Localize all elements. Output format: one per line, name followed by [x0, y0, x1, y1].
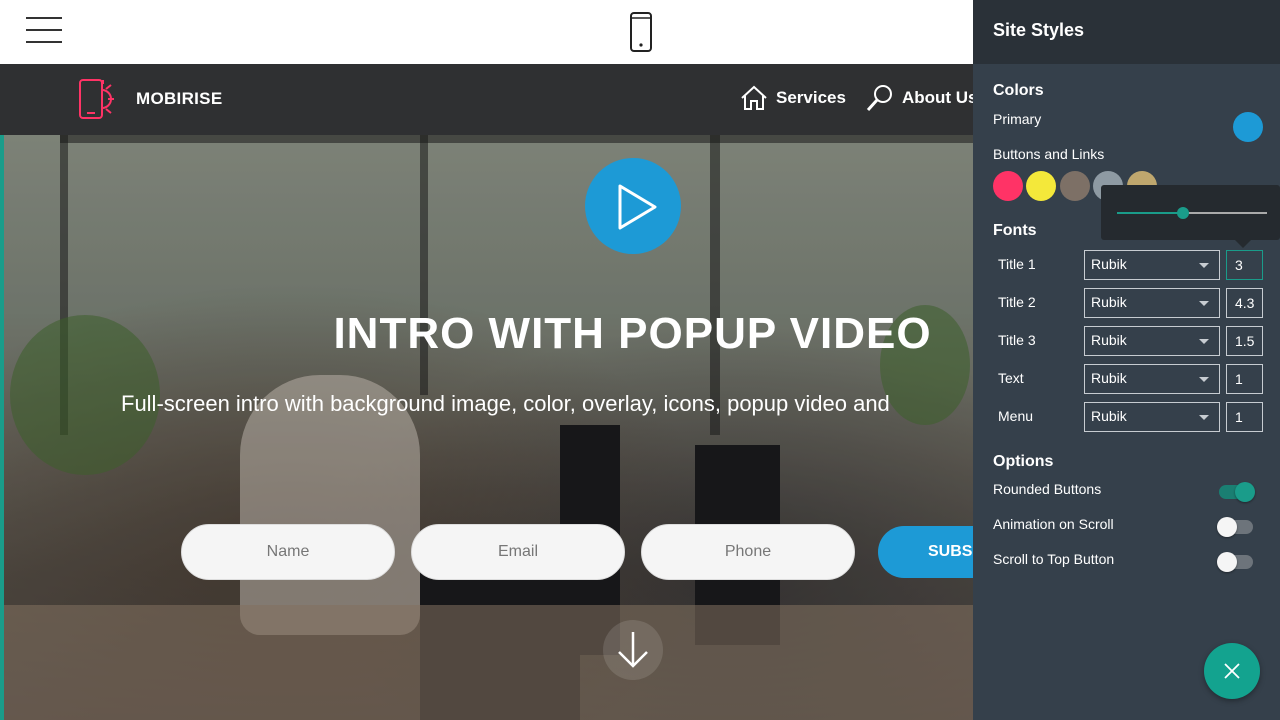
close-panel-button[interactable]: [1204, 643, 1260, 699]
mobile-phone-icon[interactable]: [628, 12, 654, 52]
font-label-title-2: Title 2: [998, 294, 1036, 310]
font-label-title-1: Title 1: [998, 256, 1036, 272]
hero-subtitle: Full-screen intro with background image,…: [121, 391, 890, 416]
font-size-input-title-2[interactable]: 4.3: [1226, 288, 1263, 318]
caret-down-icon: [1199, 377, 1209, 382]
caret-down-icon: [1199, 263, 1209, 268]
select-value: Rubik: [1091, 294, 1127, 310]
fonts-heading: Fonts: [993, 222, 1037, 239]
select-value: Rubik: [1091, 332, 1127, 348]
panel-title: Site Styles: [973, 0, 1280, 64]
brand-logo-icon: [79, 79, 114, 119]
nav-links: Services About Us: [740, 84, 973, 112]
font-size-input-menu[interactable]: 1: [1226, 402, 1263, 432]
font-size-input-title-3[interactable]: 1.5: [1226, 326, 1263, 356]
toggle-rounded-buttons[interactable]: [1219, 482, 1255, 502]
font-select-title-3[interactable]: Rubik: [1084, 326, 1220, 356]
font-select-menu[interactable]: Rubik: [1084, 402, 1220, 432]
search-icon: [866, 85, 892, 112]
editor-topbar: [0, 0, 973, 64]
option-label-animation-on-scroll: Animation on Scroll: [993, 516, 1114, 532]
color-swatch[interactable]: [993, 171, 1023, 201]
site-navbar: MOBIRISE Services About Us: [0, 64, 973, 135]
font-size-input-title-1[interactable]: 3: [1226, 250, 1263, 280]
nav-link-about-us[interactable]: About Us: [866, 84, 973, 112]
select-value: Rubik: [1091, 370, 1127, 386]
play-icon: [618, 184, 657, 230]
toggle-scroll-to-top[interactable]: [1217, 552, 1253, 572]
option-label-scroll-to-top: Scroll to Top Button: [993, 551, 1115, 567]
font-select-title-1[interactable]: Rubik: [1084, 250, 1220, 280]
font-select-title-2[interactable]: Rubik: [1084, 288, 1220, 318]
play-video-button[interactable]: [585, 158, 681, 254]
toggle-knob: [1217, 517, 1237, 537]
select-value: Rubik: [1091, 408, 1127, 424]
caret-down-icon: [1199, 301, 1209, 306]
hero-title: INTRO WITH POPUP VIDEO: [333, 309, 932, 358]
nav-link-services[interactable]: Services: [740, 85, 846, 111]
name-input[interactable]: Name: [181, 524, 395, 580]
hero-section: INTRO WITH POPUP VIDEO Full-screen intro…: [0, 135, 973, 720]
brand[interactable]: MOBIRISE: [78, 78, 222, 120]
font-size-slider-popup: [1101, 185, 1280, 248]
scroll-down-button[interactable]: [603, 620, 663, 680]
site-styles-panel: Site Styles Colors Primary Buttons and L…: [973, 0, 1280, 720]
font-select-text[interactable]: Rubik: [1084, 364, 1220, 394]
home-icon: [741, 85, 767, 110]
font-label-menu: Menu: [998, 408, 1034, 424]
brand-name: MOBIRISE: [136, 89, 223, 108]
caret-down-icon: [1199, 339, 1209, 344]
hamburger-icon[interactable]: [26, 17, 62, 44]
toggle-animation-on-scroll[interactable]: [1217, 517, 1253, 537]
site-preview: MOBIRISE Services About Us INTRO WITH PO…: [0, 64, 973, 720]
font-size-input-text[interactable]: 1: [1226, 364, 1263, 394]
hero-overlay: [0, 135, 973, 720]
option-label-rounded-buttons: Rounded Buttons: [993, 481, 1102, 497]
nav-link-label: Services: [776, 88, 846, 107]
subscribe-button[interactable]: SUBS: [878, 526, 973, 578]
font-label-text: Text: [998, 370, 1024, 386]
colors-heading: Colors: [993, 82, 1044, 99]
email-input[interactable]: Email: [411, 524, 625, 580]
nav-link-label: About Us: [901, 88, 973, 107]
toggle-knob: [1235, 482, 1255, 502]
toggle-knob: [1217, 552, 1237, 572]
buttons-links-label: Buttons and Links: [993, 146, 1105, 162]
primary-color-swatch[interactable]: [1233, 112, 1263, 142]
select-value: Rubik: [1091, 256, 1127, 272]
color-swatch[interactable]: [1026, 171, 1056, 201]
section-accent-line: [0, 135, 4, 720]
arrow-down-icon: [618, 632, 648, 668]
primary-label: Primary: [993, 111, 1042, 127]
slider-thumb[interactable]: [1177, 207, 1189, 219]
phone-input[interactable]: Phone: [641, 524, 855, 580]
font-label-title-3: Title 3: [998, 332, 1036, 348]
slider-fill: [1117, 212, 1183, 214]
close-icon: [1224, 663, 1240, 679]
slider-track[interactable]: [1117, 207, 1267, 219]
caret-down-icon: [1199, 415, 1209, 420]
options-heading: Options: [993, 453, 1054, 470]
color-swatch[interactable]: [1060, 171, 1090, 201]
